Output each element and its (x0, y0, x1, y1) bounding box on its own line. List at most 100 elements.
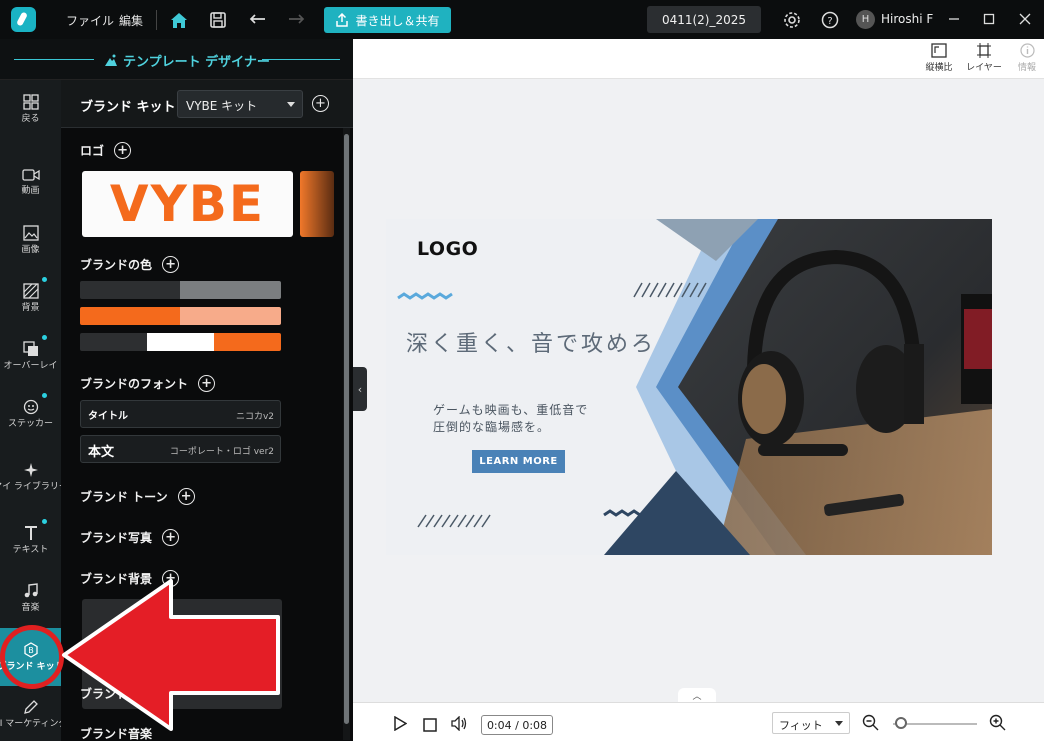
upload-icon (336, 13, 349, 27)
help-icon[interactable]: ? (819, 9, 841, 31)
kit-select[interactable]: VYBE キット (177, 90, 303, 118)
avatar[interactable]: H (856, 10, 875, 29)
canvas-logo-text[interactable]: LOGO (417, 238, 478, 260)
stop-icon[interactable] (423, 717, 437, 736)
canvas-body-line-1: ゲームも映画も、重低音で (433, 403, 589, 417)
rail-item-ai-marketing[interactable]: AI マーケティング (0, 686, 67, 741)
logo-thumbnail-2[interactable] (300, 171, 334, 237)
collapse-panel-button[interactable]: ‹ (353, 367, 367, 411)
font-row-body[interactable]: 本文 コーポレート・ロゴ ver2 (80, 435, 281, 463)
user-name[interactable]: Hiroshi F (881, 12, 933, 26)
save-icon[interactable] (207, 9, 229, 31)
sparkle-icon (23, 463, 38, 477)
app-window: ファイル 編集 書き出し＆共有 0411(2)_2025 ? H Hiroshi… (0, 0, 1044, 741)
rail-label: ステッカー (7, 419, 53, 429)
new-badge (42, 519, 47, 524)
rail-item-background[interactable]: 背景 (0, 269, 61, 327)
export-share-label: 書き出し＆共有 (355, 13, 440, 28)
minimize-icon[interactable] (944, 9, 964, 29)
designer-header: テンプレート デザイナー (0, 39, 353, 80)
rail-item-text[interactable]: テキスト (0, 511, 61, 569)
text-icon (24, 526, 37, 540)
new-badge (42, 277, 47, 282)
background-icon (22, 283, 39, 299)
monitor-screen (964, 309, 992, 369)
zoom-fit-select[interactable]: フィット (772, 712, 850, 734)
scrollbar-thumb[interactable] (344, 134, 349, 724)
maximize-icon[interactable] (979, 9, 999, 29)
logo-label: ロゴ (80, 144, 105, 158)
add-tone-button[interactable]: + (177, 488, 195, 505)
font-family-value: コーポレート・ロゴ ver2 (169, 447, 274, 457)
info-label: 情報 (1017, 63, 1036, 73)
color-swatch (80, 307, 180, 325)
color-palette-3[interactable] (80, 333, 281, 351)
zoom-out-icon[interactable] (862, 714, 879, 735)
menu-edit[interactable]: 編集 (119, 12, 143, 29)
right-toolbar: 縦横比 レイヤー 情報 (353, 39, 1044, 79)
rail-item-sticker[interactable]: ステッカー (0, 385, 61, 443)
headphone-stand (758, 444, 848, 456)
volume-icon[interactable] (451, 715, 469, 735)
info-button[interactable]: 情報 (1007, 43, 1044, 73)
new-badge (42, 393, 47, 398)
color-swatch (214, 333, 281, 351)
rail-label: 動画 (21, 186, 40, 196)
svg-text:?: ? (827, 16, 832, 27)
add-photo-button[interactable]: + (162, 529, 180, 546)
menu-file[interactable]: ファイル (66, 12, 114, 29)
image-icon (22, 225, 39, 241)
color-palette-2[interactable] (80, 307, 281, 325)
undo-icon[interactable] (247, 9, 269, 31)
panel-scrollbar[interactable] (343, 128, 350, 740)
rail-item-my-library[interactable]: マイ ライブラリー (0, 445, 68, 509)
export-share-button[interactable]: 書き出し＆共有 (324, 7, 451, 33)
logo-thumbnail[interactable]: VYBE (82, 171, 293, 237)
fit-value: フィット (779, 719, 823, 732)
fonts-section-header: ブランドのフォント + (80, 375, 216, 392)
rail-label: 音楽 (21, 603, 40, 613)
time-display: 0:04 / 0:08 (481, 715, 553, 735)
add-kit-button[interactable]: + (312, 95, 329, 112)
rail-label: 戻る (21, 114, 40, 124)
aspect-ratio-button[interactable]: 縦横比 (919, 43, 959, 73)
font-family-value: ニコカv2 (235, 412, 274, 422)
play-icon[interactable] (393, 715, 408, 735)
panel-title: ブランド キット (80, 100, 176, 115)
aspect-ratio-icon (931, 43, 947, 58)
add-font-button[interactable]: + (198, 375, 216, 392)
rail-item-image[interactable]: 画像 (0, 211, 61, 269)
rail-item-video[interactable]: 動画 (0, 153, 61, 211)
color-palette-1[interactable] (80, 281, 281, 299)
color-swatch (80, 333, 147, 351)
zoom-in-icon[interactable] (989, 714, 1006, 735)
highlight-circle (0, 625, 64, 689)
pen-icon (23, 699, 38, 714)
canvas-headline[interactable]: 深く重く、音で攻めろ (406, 326, 656, 358)
expand-timeline-button[interactable]: ︿ (678, 688, 716, 702)
headphone-plate (742, 364, 786, 434)
rail-item-back[interactable]: 戻る (0, 80, 61, 138)
zoom-slider-handle[interactable] (895, 717, 908, 729)
close-icon[interactable] (1015, 9, 1035, 29)
designer-title-text: テンプレート デザイナー (123, 55, 270, 70)
rail-item-overlay[interactable]: オーバーレイ (0, 327, 61, 385)
rail-item-music[interactable]: 音楽 (0, 569, 61, 627)
font-role: 本文 (88, 445, 115, 460)
layer-button[interactable]: レイヤー (964, 43, 1004, 73)
template-canvas[interactable]: LOGO 深く重く、音で攻めろ ゲームも映画も、重低音で 圧倒的な臨場感を。 L… (386, 219, 992, 555)
add-color-button[interactable]: + (162, 256, 180, 273)
kit-select-value: VYBE キット (186, 99, 258, 113)
redo-icon[interactable] (285, 9, 307, 31)
deco-zigzag-1 (397, 292, 453, 300)
project-name[interactable]: 0411(2)_2025 (647, 6, 761, 33)
canvas-body-text[interactable]: ゲームも映画も、重低音で 圧倒的な臨場感を。 (433, 402, 588, 436)
colors-section-header: ブランドの色 + (80, 256, 180, 273)
canvas-learn-more-button[interactable]: LEARN MORE (472, 450, 565, 473)
deco-zigzag-2 (603, 509, 641, 517)
home-icon[interactable] (168, 9, 190, 31)
font-role: タイトル (88, 411, 128, 422)
settings-icon[interactable] (781, 9, 803, 31)
add-logo-button[interactable]: + (114, 142, 132, 159)
font-row-title[interactable]: タイトル ニコカv2 (80, 400, 281, 428)
